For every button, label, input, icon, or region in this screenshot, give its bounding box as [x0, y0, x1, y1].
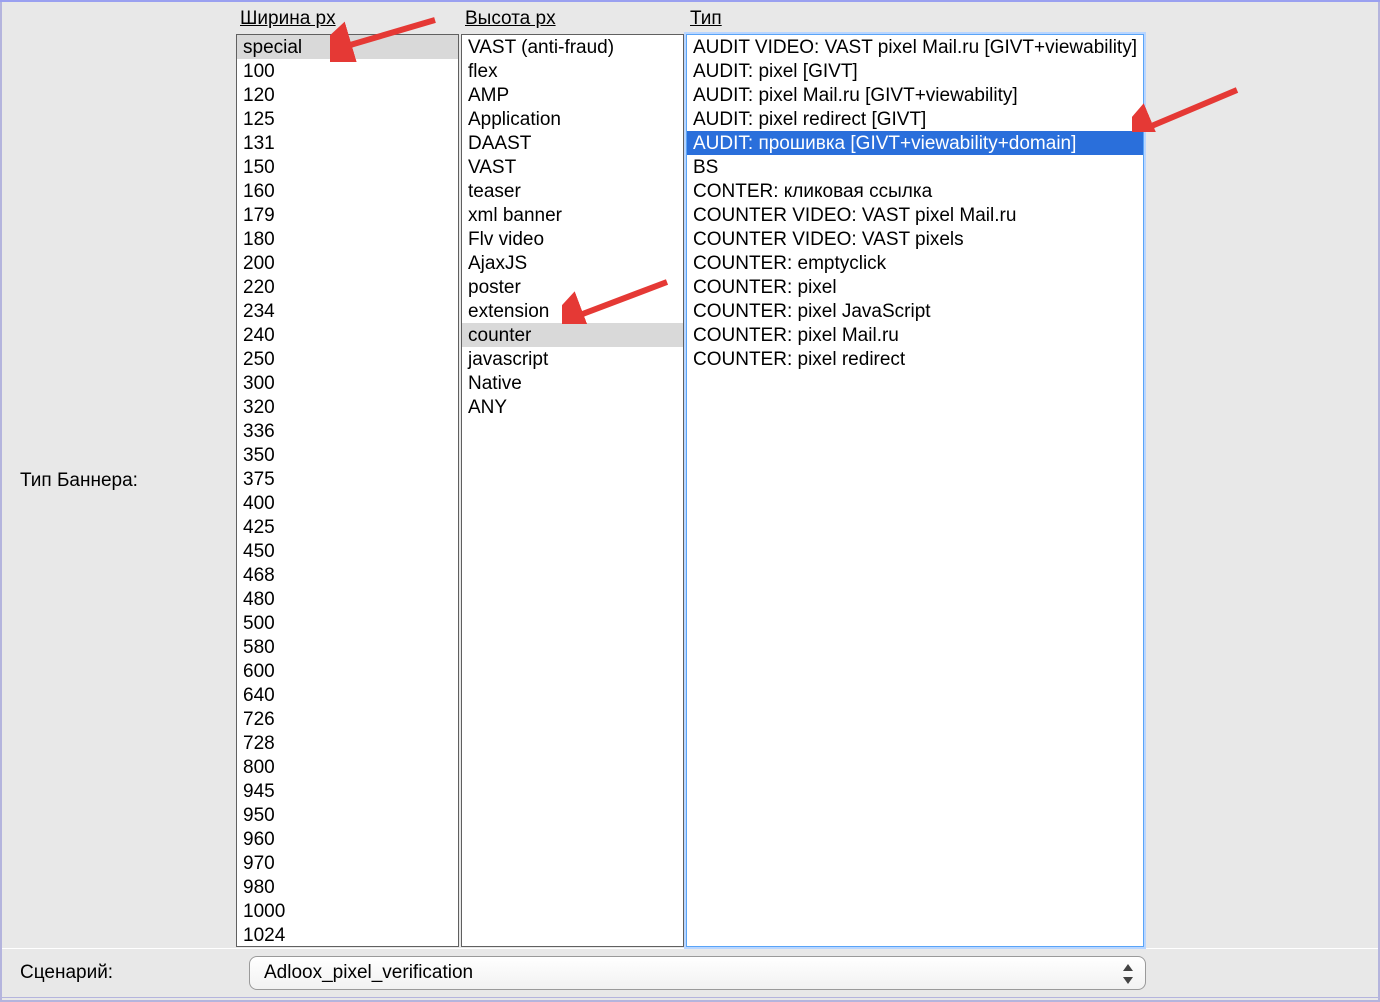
list-item[interactable]: 131 [237, 131, 458, 155]
list-item[interactable]: COUNTER: pixel [687, 275, 1143, 299]
list-item[interactable]: 950 [237, 803, 458, 827]
list-item[interactable]: COUNTER: emptyclick [687, 251, 1143, 275]
list-item[interactable]: 375 [237, 467, 458, 491]
list-item[interactable]: 600 [237, 659, 458, 683]
list-item[interactable]: 480 [237, 587, 458, 611]
list-item[interactable]: COUNTER: pixel redirect [687, 347, 1143, 371]
list-item[interactable]: 125 [237, 107, 458, 131]
banner-type-label: Тип Баннера: [20, 470, 138, 492]
list-item[interactable]: 300 [237, 371, 458, 395]
list-item[interactable]: 336 [237, 419, 458, 443]
list-item[interactable]: AUDIT VIDEO: VAST pixel Mail.ru [GIVT+vi… [687, 35, 1143, 59]
list-item[interactable]: 220 [237, 275, 458, 299]
list-item[interactable]: 240 [237, 323, 458, 347]
list-item[interactable]: AUDIT: pixel [GIVT] [687, 59, 1143, 83]
list-item[interactable]: 970 [237, 851, 458, 875]
list-item[interactable]: special [237, 35, 458, 59]
list-item[interactable]: 500 [237, 611, 458, 635]
list-item[interactable]: 250 [237, 347, 458, 371]
list-item[interactable]: 160 [237, 179, 458, 203]
list-item[interactable]: 960 [237, 827, 458, 851]
list-item[interactable]: COUNTER: pixel JavaScript [687, 299, 1143, 323]
list-item[interactable]: AMP [462, 83, 683, 107]
list-item[interactable]: 180 [237, 227, 458, 251]
height-listbox[interactable]: VAST (anti-fraud)flexAMPApplicationDAAST… [461, 34, 684, 947]
form-panel: Тип Баннера: Ширина px special1001201251… [0, 0, 1380, 1002]
scenario-select-value: Adloox_pixel_verification [264, 962, 473, 984]
list-item[interactable]: 728 [237, 731, 458, 755]
type-header: Тип [686, 4, 1146, 34]
list-item[interactable]: DAAST [462, 131, 683, 155]
scenario-select-wrap: Adloox_pixel_verification [249, 956, 1146, 990]
width-listbox[interactable]: special100120125131150160179180200220234… [236, 34, 459, 947]
banner-type-row: Тип Баннера: Ширина px special1001201251… [2, 2, 1378, 948]
list-item[interactable]: COUNTER: pixel Mail.ru [687, 323, 1143, 347]
list-item[interactable]: 980 [237, 875, 458, 899]
scenario-label: Сценарий: [2, 962, 249, 984]
list-item[interactable]: 800 [237, 755, 458, 779]
list-item[interactable]: 120 [237, 83, 458, 107]
list-item[interactable]: AjaxJS [462, 251, 683, 275]
list-item[interactable]: 580 [237, 635, 458, 659]
height-column: Высота px VAST (anti-fraud)flexAMPApplic… [461, 4, 686, 948]
list-item[interactable]: AUDIT: pixel redirect [GIVT] [687, 107, 1143, 131]
list-item[interactable]: flex [462, 59, 683, 83]
list-item[interactable]: 450 [237, 539, 458, 563]
list-item[interactable]: COUNTER VIDEO: VAST pixels [687, 227, 1143, 251]
list-item[interactable]: 400 [237, 491, 458, 515]
banner-type-lists: Ширина px special10012012513115016017918… [236, 2, 1378, 948]
list-item[interactable]: teaser [462, 179, 683, 203]
list-item[interactable]: 468 [237, 563, 458, 587]
list-item[interactable]: 425 [237, 515, 458, 539]
width-column: Ширина px special10012012513115016017918… [236, 4, 461, 948]
type-column: Тип AUDIT VIDEO: VAST pixel Mail.ru [GIV… [686, 4, 1146, 948]
list-item[interactable]: 320 [237, 395, 458, 419]
width-header: Ширина px [236, 4, 461, 34]
updown-icon [1119, 961, 1137, 987]
list-item[interactable]: COUNTER VIDEO: VAST pixel Mail.ru [687, 203, 1143, 227]
list-item[interactable]: ANY [462, 395, 683, 419]
list-item[interactable]: AUDIT: прошивка [GIVT+viewability+domain… [687, 131, 1143, 155]
list-item[interactable]: Application [462, 107, 683, 131]
scenario-select[interactable]: Adloox_pixel_verification [249, 956, 1146, 990]
height-header: Высота px [461, 4, 686, 34]
scenario-row: Сценарий: Adloox_pixel_verification [2, 948, 1378, 998]
list-item[interactable]: 200 [237, 251, 458, 275]
list-item[interactable]: extension [462, 299, 683, 323]
list-item[interactable]: 100 [237, 59, 458, 83]
list-item[interactable]: 150 [237, 155, 458, 179]
type-listbox[interactable]: AUDIT VIDEO: VAST pixel Mail.ru [GIVT+vi… [686, 34, 1144, 947]
list-item[interactable]: VAST [462, 155, 683, 179]
list-item[interactable]: poster [462, 275, 683, 299]
list-item[interactable]: 234 [237, 299, 458, 323]
list-item[interactable]: 179 [237, 203, 458, 227]
list-item[interactable]: CONTER: кликовая ссылка [687, 179, 1143, 203]
list-item[interactable]: 1024 [237, 923, 458, 947]
list-item[interactable]: 640 [237, 683, 458, 707]
list-item[interactable]: 350 [237, 443, 458, 467]
list-item[interactable]: 945 [237, 779, 458, 803]
list-item[interactable]: javascript [462, 347, 683, 371]
list-item[interactable]: Flv video [462, 227, 683, 251]
list-item[interactable]: xml banner [462, 203, 683, 227]
banner-type-label-cell: Тип Баннера: [2, 2, 236, 948]
list-item[interactable]: 1000 [237, 899, 458, 923]
list-item[interactable]: counter [462, 323, 683, 347]
list-item[interactable]: 726 [237, 707, 458, 731]
list-item[interactable]: BS [687, 155, 1143, 179]
list-item[interactable]: VAST (anti-fraud) [462, 35, 683, 59]
list-item[interactable]: AUDIT: pixel Mail.ru [GIVT+viewability] [687, 83, 1143, 107]
list-item[interactable]: Native [462, 371, 683, 395]
